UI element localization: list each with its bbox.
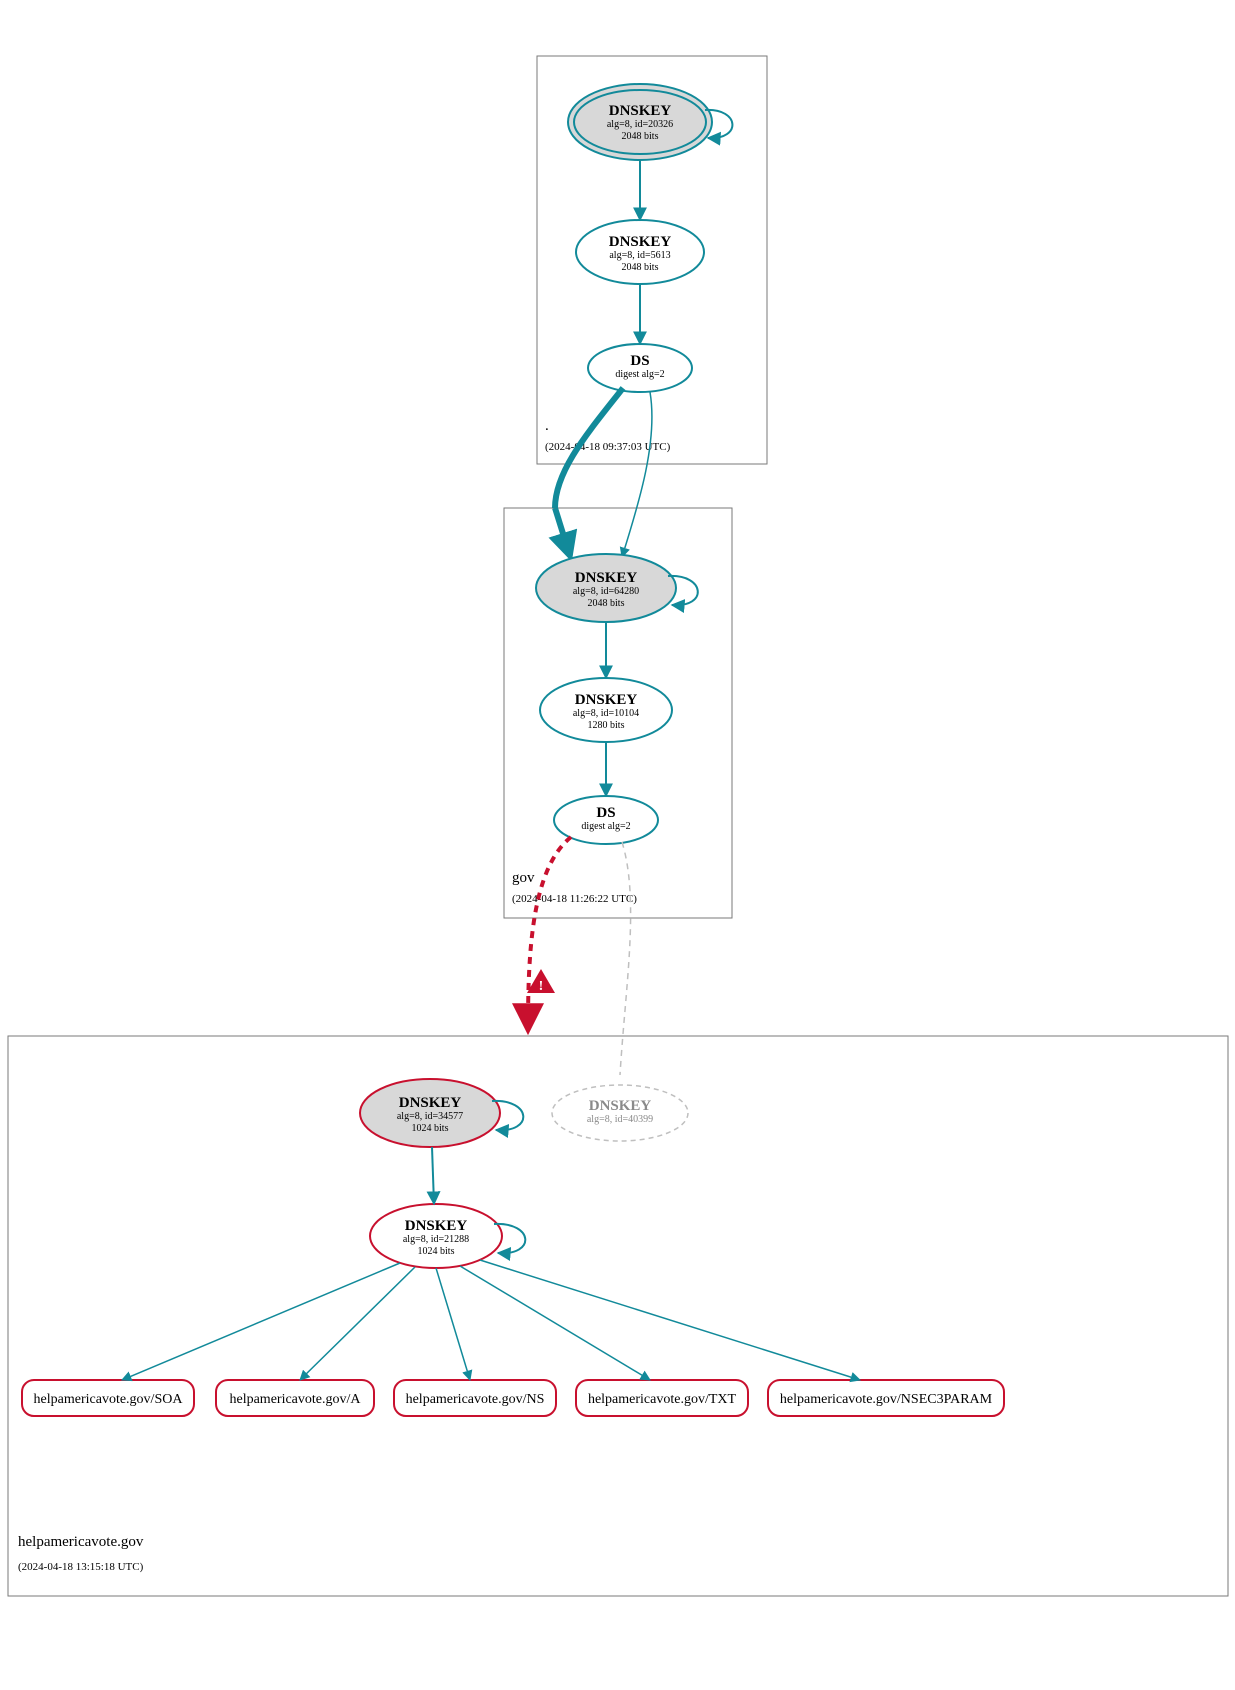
zone-gov-time: (2024-04-18 11:26:22 UTC) xyxy=(512,893,637,905)
zone-root-time: (2024-04-18 09:37:03 UTC) xyxy=(545,441,671,453)
rrset-ns-label: helpamericavote.gov/NS xyxy=(406,1392,545,1407)
gov-ksk-node[interactable]: DNSKEY alg=8, id=64280 2048 bits xyxy=(536,554,676,622)
gov-zsk-detail: alg=8, id=10104 xyxy=(573,708,639,719)
hav-zsk-title: DNSKEY xyxy=(405,1218,468,1234)
edge-root-ds-gov-ksk-thick2 xyxy=(555,508,570,556)
root-ksk-node[interactable]: DNSKEY alg=8, id=20326 2048 bits xyxy=(568,84,712,160)
warning-icon: ! xyxy=(527,969,555,994)
gov-zsk-bits: 1280 bits xyxy=(588,720,625,731)
root-zsk-bits: 2048 bits xyxy=(622,262,659,273)
hav-ghost-node[interactable]: DNSKEY alg=8, id=40399 xyxy=(552,1085,688,1141)
gov-ksk-detail: alg=8, id=64280 xyxy=(573,586,639,597)
rrset-a-label: helpamericavote.gov/A xyxy=(229,1392,361,1407)
root-zsk-title: DNSKEY xyxy=(609,234,672,250)
root-zsk-detail: alg=8, id=5613 xyxy=(609,250,670,261)
zone-gov-label: gov xyxy=(512,870,535,886)
dnssec-diagram: DNSKEY alg=8, id=20326 2048 bits DNSKEY … xyxy=(0,0,1235,1690)
root-ksk-title: DNSKEY xyxy=(609,103,672,119)
rrset-txt[interactable]: helpamericavote.gov/TXT xyxy=(576,1380,748,1416)
edge-hav-ksk-zsk xyxy=(432,1147,434,1204)
rrset-n3p-label: helpamericavote.gov/NSEC3PARAM xyxy=(780,1392,993,1407)
edge-gov-ds-hav-ksk-red xyxy=(528,837,571,1032)
root-ksk-bits: 2048 bits xyxy=(622,131,659,142)
rrset-soa[interactable]: helpamericavote.gov/SOA xyxy=(22,1380,194,1416)
hav-ksk-title: DNSKEY xyxy=(399,1095,462,1111)
gov-ds-detail: digest alg=2 xyxy=(581,821,630,832)
edge-zsk-a xyxy=(300,1267,415,1380)
rrset-n3p[interactable]: helpamericavote.gov/NSEC3PARAM xyxy=(768,1380,1004,1416)
edge-gov-ds-ghost xyxy=(620,842,631,1075)
zone-root-label: . xyxy=(545,418,549,434)
edge-zsk-ns xyxy=(436,1268,470,1380)
hav-ksk-node[interactable]: DNSKEY alg=8, id=34577 1024 bits xyxy=(360,1079,500,1147)
hav-zsk-bits: 1024 bits xyxy=(418,1246,455,1257)
root-zsk-node[interactable]: DNSKEY alg=8, id=5613 2048 bits xyxy=(576,220,704,284)
gov-zsk-title: DNSKEY xyxy=(575,692,638,708)
hav-ghost-title: DNSKEY xyxy=(589,1098,652,1114)
svg-text:!: ! xyxy=(539,979,544,994)
edge-root-ds-gov-ksk-thin xyxy=(622,392,652,557)
gov-ds-title: DS xyxy=(596,805,615,821)
rrset-a[interactable]: helpamericavote.gov/A xyxy=(216,1380,374,1416)
gov-zsk-node[interactable]: DNSKEY alg=8, id=10104 1280 bits xyxy=(540,678,672,742)
rrset-soa-label: helpamericavote.gov/SOA xyxy=(34,1392,184,1407)
edge-zsk-n3p xyxy=(480,1260,860,1380)
rrset-txt-label: helpamericavote.gov/TXT xyxy=(588,1392,737,1407)
hav-ksk-detail: alg=8, id=34577 xyxy=(397,1111,463,1122)
hav-ksk-bits: 1024 bits xyxy=(412,1123,449,1134)
edge-zsk-soa xyxy=(122,1263,400,1380)
zone-hav-label: helpamericavote.gov xyxy=(18,1534,144,1550)
root-ds-node[interactable]: DS digest alg=2 xyxy=(588,344,692,392)
root-ds-detail: digest alg=2 xyxy=(615,369,664,380)
hav-zsk-detail: alg=8, id=21288 xyxy=(403,1234,469,1245)
root-ksk-detail: alg=8, id=20326 xyxy=(607,119,673,130)
hav-ghost-detail: alg=8, id=40399 xyxy=(587,1114,653,1125)
rrset-ns[interactable]: helpamericavote.gov/NS xyxy=(394,1380,556,1416)
zone-hav-time: (2024-04-18 13:15:18 UTC) xyxy=(18,1561,144,1573)
hav-zsk-node[interactable]: DNSKEY alg=8, id=21288 1024 bits xyxy=(370,1204,502,1268)
gov-ksk-bits: 2048 bits xyxy=(588,598,625,609)
root-ds-title: DS xyxy=(630,353,649,369)
gov-ksk-title: DNSKEY xyxy=(575,570,638,586)
